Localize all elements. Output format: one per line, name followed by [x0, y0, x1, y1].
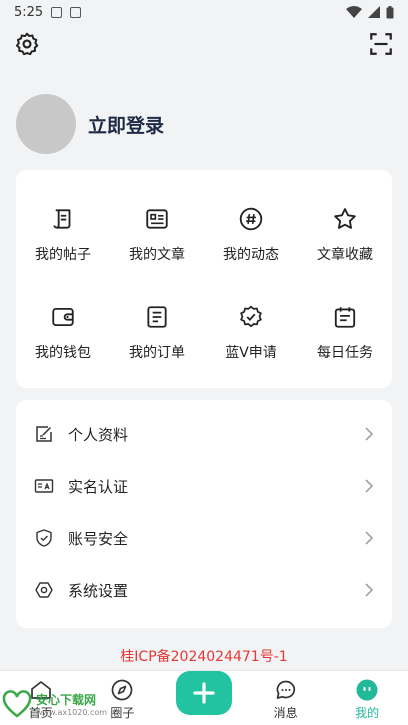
grid-item-wallet[interactable]: 我的钱包: [16, 290, 110, 388]
id-card-icon: [34, 479, 54, 493]
hexagon-settings-icon: [35, 582, 53, 598]
tab-label: 消息: [273, 706, 298, 720]
tab-messages[interactable]: 消息: [245, 671, 327, 725]
settings-list-card: 个人资料 实名认证 账号安全 系统设置: [16, 400, 392, 628]
battery-icon: [386, 5, 394, 18]
chat-icon: [276, 680, 295, 699]
grid-item-orders[interactable]: 我的订单: [110, 290, 204, 388]
grid-item-my-articles[interactable]: 我的文章: [110, 192, 204, 290]
post-icon: [53, 209, 71, 229]
grid-item-label: 蓝V申请: [225, 345, 277, 361]
grid-item-label: 我的钱包: [35, 345, 91, 361]
tab-label: 我的: [355, 706, 380, 720]
badge-icon: [240, 305, 262, 328]
grid-item-daily-tasks[interactable]: 每日任务: [298, 290, 392, 388]
grid-item-my-moments[interactable]: 我的动态: [204, 192, 298, 290]
watermark: 安心下载网 www.ax1020.com: [2, 686, 114, 722]
grid-item-blue-v-apply[interactable]: 蓝V申请: [204, 290, 298, 388]
publish-button[interactable]: [175, 671, 232, 715]
profile-header[interactable]: 立即登录: [16, 94, 164, 154]
profile-face-icon: [356, 679, 378, 701]
list-item-profile[interactable]: 个人资料: [16, 408, 392, 460]
grid-item-label: 我的文章: [129, 247, 185, 263]
shield-icon: [36, 529, 52, 547]
shortcut-grid-card: 我的帖子 我的文章 我的动态 文章收藏 我的钱包 我的订单 蓝V申请 每日任务: [16, 170, 392, 388]
notification-card-icon: [70, 6, 82, 18]
hashtag-icon: [239, 207, 263, 231]
watermark-title: 安心下载网: [36, 693, 97, 707]
list-item-label: 系统设置: [68, 581, 129, 600]
status-time: 5:25: [14, 4, 44, 20]
wallet-icon: [52, 307, 74, 327]
list-item-system-settings[interactable]: 系统设置: [16, 564, 392, 616]
grid-item-favorites[interactable]: 文章收藏: [298, 192, 392, 290]
avatar[interactable]: [16, 94, 76, 154]
article-icon: [146, 209, 168, 229]
list-item-label: 实名认证: [68, 477, 129, 496]
star-icon: [334, 208, 356, 229]
grid-item-label: 我的动态: [223, 247, 279, 263]
list-item-real-name-verification[interactable]: 实名认证: [16, 460, 392, 512]
grid-item-label: 我的订单: [129, 345, 185, 361]
scan-icon[interactable]: [368, 31, 394, 57]
chevron-right-icon: [365, 531, 374, 545]
chevron-right-icon: [365, 427, 374, 441]
wifi-icon: [346, 6, 362, 18]
watermark-url: www.ax1020.com: [36, 708, 108, 717]
order-icon: [147, 306, 167, 328]
status-bar: 5:25: [0, 0, 408, 24]
tab-publish[interactable]: [163, 671, 245, 725]
chevron-right-icon: [365, 583, 374, 597]
grid-item-label: 文章收藏: [317, 247, 373, 263]
edit-profile-icon: [36, 426, 52, 442]
chevron-right-icon: [365, 479, 374, 493]
login-button[interactable]: 立即登录: [88, 111, 164, 138]
grid-item-my-posts[interactable]: 我的帖子: [16, 192, 110, 290]
list-item-label: 个人资料: [68, 425, 129, 444]
signal-icon: [368, 6, 380, 18]
gear-icon[interactable]: [14, 31, 40, 57]
icp-record-link[interactable]: 桂ICP备2024024471号-1: [0, 646, 408, 666]
tab-mine[interactable]: 我的: [326, 671, 408, 725]
top-bar: [0, 28, 408, 60]
calendar-icon: [334, 307, 356, 328]
heart-logo-icon: [2, 690, 32, 718]
notification-a-icon: [51, 6, 63, 18]
grid-item-label: 我的帖子: [35, 247, 91, 263]
list-item-account-security[interactable]: 账号安全: [16, 512, 392, 564]
plus-icon: [193, 682, 215, 704]
list-item-label: 账号安全: [68, 529, 129, 548]
grid-item-label: 每日任务: [317, 345, 373, 361]
